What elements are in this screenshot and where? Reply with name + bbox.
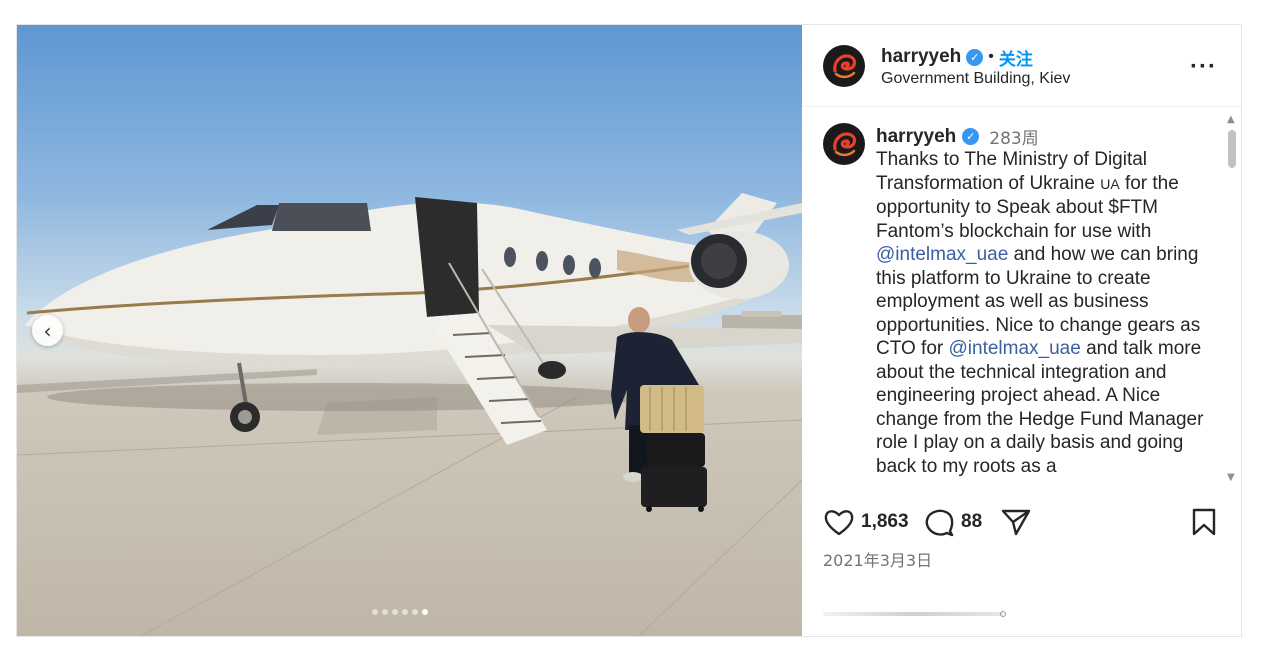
scroll-up-arrow-icon[interactable]: ▲ [1227,114,1235,125]
caption-scrollbar[interactable]: ▲ ▼ [1226,114,1238,484]
action-bar: 1,863 88 [823,505,1233,541]
post-date: 2021年3月3日 [823,551,933,570]
scroll-down-arrow-icon[interactable]: ▼ [1227,472,1235,483]
carousel-dot [402,609,408,615]
photo-jet-scene [17,193,802,636]
add-comment-placeholder-bar[interactable] [823,611,1007,617]
verified-badge-icon: ✓ [966,48,984,66]
comment-icon [925,509,954,537]
post-photo[interactable]: ‹ [17,25,802,636]
author-username[interactable]: harryyeh [881,46,961,68]
carousel-dot [372,609,378,615]
share-button[interactable] [1000,507,1032,537]
like-button[interactable]: 1,863 [823,507,909,537]
carousel-dot [422,609,428,615]
comment-button[interactable]: 88 [923,507,982,537]
scroll-thumb[interactable] [1228,130,1236,168]
author-avatar[interactable] [823,45,865,87]
more-options-button[interactable]: ··· [1190,53,1217,81]
mention-link[interactable]: @intelmax_uae [949,338,1081,359]
like-count[interactable]: 1,863 [861,511,909,533]
carousel-dot [382,609,388,615]
heart-icon [824,510,854,536]
comment-count[interactable]: 88 [961,511,982,533]
dragon-logo-icon [824,124,864,164]
caption-author-avatar[interactable] [823,123,865,165]
post-side-panel: harryyeh ✓ • 关注 Government Building, Kie… [802,25,1241,636]
flag-emoji: UA [1100,175,1120,192]
post-location[interactable]: Government Building, Kiev [881,70,1070,88]
caption-text: Thanks to The Ministry of Digital Transf… [876,148,1206,478]
follow-button[interactable]: 关注 [999,45,1033,70]
carousel-prev-button[interactable]: ‹ [32,315,63,346]
post-age: 283周 [989,129,1039,149]
bookmark-icon [1192,508,1216,536]
carousel-indicator [372,609,428,615]
chevron-left-icon: ‹ [43,318,52,343]
caption-username[interactable]: harryyeh [876,126,956,148]
mention-link[interactable]: @intelmax_uae [876,244,1008,265]
more-horizontal-icon: ··· [1190,53,1217,80]
carousel-dot [412,609,418,615]
verified-badge-icon: ✓ [962,128,980,145]
share-icon [1001,509,1031,536]
save-button[interactable] [1191,507,1217,537]
separator-dot: • [988,48,994,65]
instagram-post-modal: ‹ harryyeh ✓ • 关注 Government Building, K… [16,24,1242,637]
carousel-dot [392,609,398,615]
dragon-logo-icon [824,46,864,86]
post-header: harryyeh ✓ • 关注 Government Building, Kie… [802,25,1241,107]
caption-scroll-area[interactable]: harryyeh ✓ 283周 Thanks to The Ministry o… [802,108,1241,491]
